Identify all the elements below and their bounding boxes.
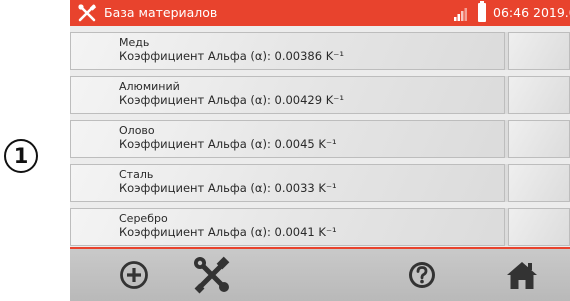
material-row-action[interactable]: [508, 208, 570, 246]
material-row-action[interactable]: [508, 76, 570, 114]
help-button[interactable]: [400, 254, 444, 296]
material-row-action[interactable]: [508, 164, 570, 202]
material-coefficient: Коэффициент Альфа (α): 0.00429 K⁻¹: [119, 93, 344, 107]
material-coefficient: Коэффициент Альфа (α): 0.0041 K⁻¹: [119, 225, 337, 239]
tools-icon: [194, 256, 230, 294]
help-icon: [409, 262, 435, 288]
material-cell[interactable]: Сталь Коэффициент Альфа (α): 0.0033 K⁻¹: [70, 164, 505, 202]
material-cell[interactable]: Медь Коэффициент Альфа (α): 0.00386 K⁻¹: [70, 32, 505, 70]
material-row-silver[interactable]: Серебро Коэффициент Альфа (α): 0.0041 K⁻…: [70, 208, 570, 246]
status-bar: База материалов 06:46 2019.02.10: [70, 0, 570, 26]
settings-button[interactable]: [190, 254, 234, 296]
material-coefficient: Коэффициент Альфа (α): 0.0045 K⁻¹: [119, 137, 337, 151]
material-row-steel[interactable]: Сталь Коэффициент Альфа (α): 0.0033 K⁻¹: [70, 164, 570, 202]
clock-readout: 06:46 2019.02.10: [493, 5, 570, 20]
material-cell[interactable]: Серебро Коэффициент Альфа (α): 0.0041 K⁻…: [70, 208, 505, 246]
material-row-action[interactable]: [508, 32, 570, 70]
step-number: 1: [13, 144, 29, 168]
bottom-toolbar: [70, 249, 570, 301]
material-row-aluminum[interactable]: Алюминий Коэффициент Альфа (α): 0.00429 …: [70, 76, 570, 114]
material-name: Серебро: [119, 212, 168, 225]
material-name: Алюминий: [119, 80, 180, 93]
material-name: Сталь: [119, 168, 154, 181]
material-row-copper[interactable]: Медь Коэффициент Альфа (α): 0.00386 K⁻¹: [70, 32, 570, 70]
home-button[interactable]: [500, 254, 544, 296]
material-name: Олово: [119, 124, 155, 137]
material-row-tin[interactable]: Олово Коэффициент Альфа (α): 0.0045 K⁻¹: [70, 120, 570, 158]
device-screen: База материалов 06:46 2019.02.10 Медь Ко…: [70, 0, 570, 301]
signal-icon: [454, 8, 467, 21]
material-name: Медь: [119, 36, 150, 49]
add-button[interactable]: [112, 254, 156, 296]
material-coefficient: Коэффициент Альфа (α): 0.00386 K⁻¹: [119, 49, 344, 63]
home-icon: [507, 262, 537, 289]
material-coefficient: Коэффициент Альфа (α): 0.0033 K⁻¹: [119, 181, 337, 195]
material-row-action[interactable]: [508, 120, 570, 158]
step-callout: 1: [4, 139, 38, 173]
material-cell[interactable]: Олово Коэффициент Альфа (α): 0.0045 K⁻¹: [70, 120, 505, 158]
materials-list: Медь Коэффициент Альфа (α): 0.00386 K⁻¹ …: [70, 32, 570, 246]
battery-icon: [478, 1, 486, 22]
material-cell[interactable]: Алюминий Коэффициент Альфа (α): 0.00429 …: [70, 76, 505, 114]
add-icon: [120, 261, 148, 289]
tools-icon: [78, 4, 97, 22]
screen-title: База материалов: [104, 5, 218, 20]
